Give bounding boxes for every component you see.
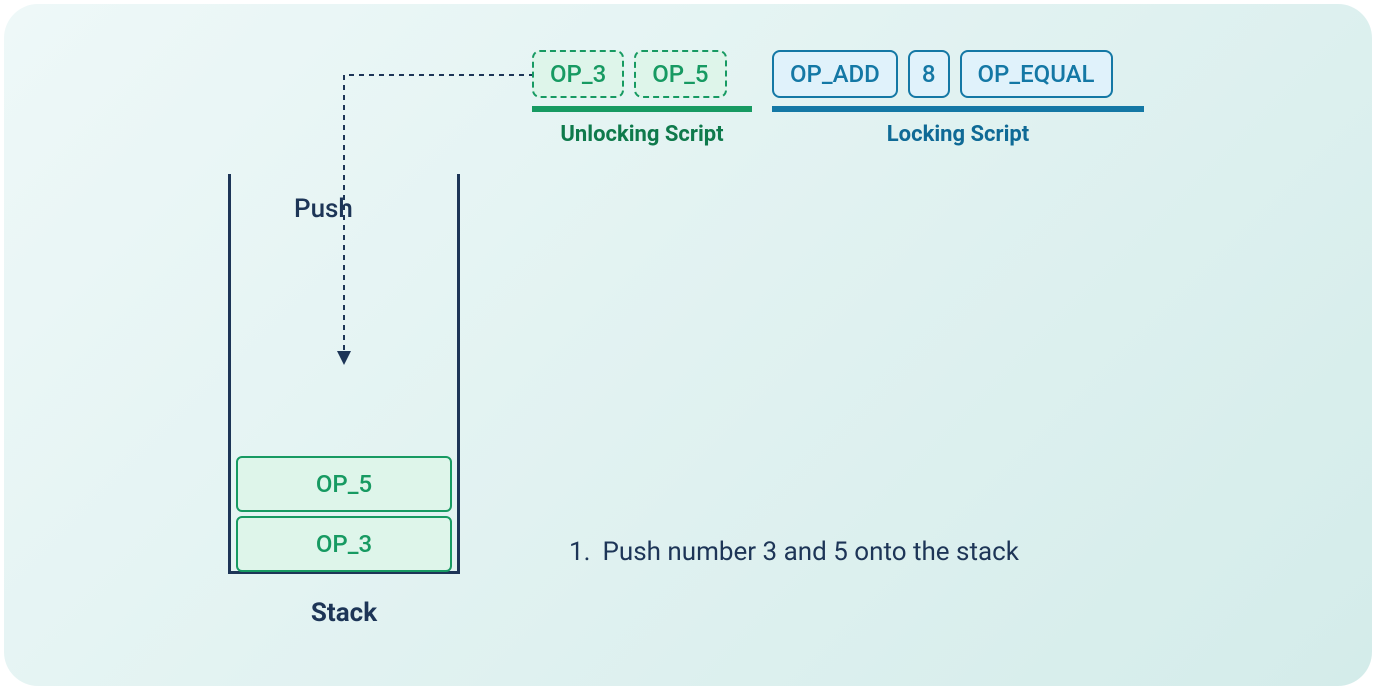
op-token: 8 (908, 50, 950, 98)
push-arrow (334, 69, 584, 379)
locking-label: Locking Script (772, 122, 1144, 147)
stack-items: OP_5 OP_3 (236, 452, 452, 572)
step-text: Push number 3 and 5 onto the stack (602, 537, 1018, 567)
stack-label: Stack (228, 598, 460, 628)
locking-underline (772, 106, 1144, 112)
op-token: OP_5 (634, 50, 726, 98)
diagram-canvas: Stack Push OP_5 OP_3 OP_3 OP_5 Unlocking… (4, 4, 1372, 686)
op-token: OP_3 (532, 50, 624, 98)
unlocking-underline (532, 106, 752, 112)
step-description: 1. Push number 3 and 5 onto the stack (569, 537, 1019, 567)
step-number: 1. (569, 537, 590, 567)
locking-script: OP_ADD 8 OP_EQUAL (772, 50, 1113, 98)
unlocking-script: OP_3 OP_5 (532, 50, 727, 98)
stack-item: OP_3 (236, 516, 452, 572)
op-token: OP_EQUAL (960, 50, 1113, 98)
unlocking-label: Unlocking Script (532, 122, 752, 147)
op-token: OP_ADD (772, 50, 898, 98)
stack-item: OP_5 (236, 456, 452, 512)
